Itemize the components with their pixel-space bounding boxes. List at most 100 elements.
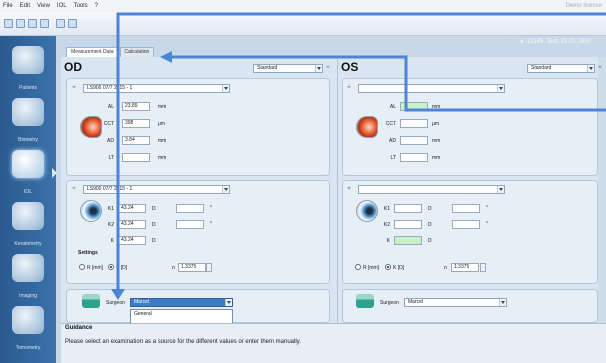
od-pin-icon[interactable]: ⌖ xyxy=(326,64,332,71)
od-source-pin-icon[interactable]: ⌖ xyxy=(72,84,78,91)
patient-icon xyxy=(12,46,44,74)
os-k-source-select[interactable] xyxy=(358,185,505,194)
od-radio-r[interactable] xyxy=(79,264,85,270)
patient-icon-small: ● xyxy=(520,39,524,45)
os-pin-icon[interactable]: ⌖ xyxy=(598,64,604,71)
od-k2-field[interactable]: 43.24 xyxy=(118,220,146,229)
users-icon[interactable] xyxy=(68,19,77,28)
cct-unit: µm xyxy=(432,121,440,127)
od-cct-field[interactable]: 398 xyxy=(122,119,150,128)
chevron-down-icon xyxy=(499,299,506,306)
surgeon-option-general[interactable]: General xyxy=(131,310,232,319)
save-icon[interactable] xyxy=(16,19,25,28)
sidebar-item-imaging[interactable]: Imaging xyxy=(0,248,56,308)
os-k1-field[interactable] xyxy=(394,204,422,213)
side-eye-icon xyxy=(80,116,102,138)
od-n-spinner[interactable] xyxy=(206,263,212,272)
os-radio-k[interactable] xyxy=(385,264,391,270)
lt-label: LT xyxy=(108,155,114,161)
chevron-down-icon xyxy=(497,186,504,193)
tab-calculation[interactable]: Calculation xyxy=(119,47,155,57)
patient-info: ● 12345, Test, 01.01.1950 xyxy=(520,36,606,48)
os-k2-axis-field[interactable] xyxy=(452,220,480,229)
os-n-field[interactable]: 1.3375 xyxy=(451,263,479,272)
menu-iol[interactable]: IOL xyxy=(57,3,67,9)
sidebar-item-tomometry[interactable]: Tomometry xyxy=(0,300,56,360)
od-k1-axis-field[interactable] xyxy=(176,204,204,213)
k2-unit: D xyxy=(428,222,432,228)
surgeon-label: Surgeon xyxy=(380,300,399,306)
cct-label: CCT xyxy=(385,121,396,127)
chevron-down-icon xyxy=(222,186,229,193)
scrollbar[interactable] xyxy=(598,57,606,323)
os-k-pin-icon[interactable]: ⌖ xyxy=(347,185,353,192)
menu-edit[interactable]: Edit xyxy=(20,3,30,9)
od-mode-select[interactable]: Standard xyxy=(253,64,323,73)
menu-help[interactable]: ? xyxy=(95,3,98,9)
os-title: OS xyxy=(341,60,359,74)
cct-unit: µm xyxy=(158,121,166,127)
chevron-down-icon xyxy=(225,299,232,306)
os-surgeon-select[interactable]: Marcel xyxy=(404,298,507,307)
os-source-pin-icon[interactable]: ⌖ xyxy=(347,84,353,91)
menu-file[interactable]: File xyxy=(3,3,13,9)
sidebar: Patients Biometry IOL Keratometry Imagin… xyxy=(0,36,56,363)
ad-unit: mm xyxy=(158,138,167,144)
od-k2-axis-field[interactable] xyxy=(176,220,204,229)
list-icon[interactable] xyxy=(28,19,37,28)
od-surgeon-select[interactable]: Marcel xyxy=(130,298,233,307)
patient-label: 12345, Test, 01.01.1950 xyxy=(526,39,591,45)
od-radio-k[interactable] xyxy=(108,264,114,270)
od-k-source-select[interactable]: LS900 07/7 2015 - 1 xyxy=(83,185,230,194)
sidebar-expand-icon[interactable] xyxy=(52,168,57,178)
k-unit: D xyxy=(428,238,432,244)
menu-tools[interactable]: Tools xyxy=(74,3,88,9)
od-k1-field[interactable]: 43.24 xyxy=(118,204,146,213)
new-icon[interactable] xyxy=(4,19,13,28)
k2-label: K2 xyxy=(383,222,390,228)
lt-unit: mm xyxy=(158,155,167,161)
os-ad-field[interactable] xyxy=(400,136,428,145)
al-unit: mm xyxy=(432,104,441,110)
os-k-field[interactable] xyxy=(394,236,422,245)
od-k-pin-icon[interactable]: ⌖ xyxy=(72,185,78,192)
toolbar xyxy=(0,12,606,36)
os-k2-field[interactable] xyxy=(394,220,422,229)
k2-unit: D xyxy=(152,222,156,228)
od-ad-field[interactable]: 3.84 xyxy=(122,136,150,145)
k-label: K xyxy=(386,238,390,244)
os-cct-field[interactable] xyxy=(400,119,428,128)
guidance-panel: Guidance Please select an examination as… xyxy=(61,323,606,363)
k1-unit: D xyxy=(152,206,156,212)
od-k-field[interactable]: 43.24 xyxy=(118,236,146,245)
sidebar-item-iol[interactable]: IOL xyxy=(0,144,56,204)
os-radio-r[interactable] xyxy=(355,264,361,270)
guidance-text: Please select an examination as a source… xyxy=(65,339,301,345)
tab-measurement-data[interactable]: Measurement Data xyxy=(66,47,119,57)
k-radio-label: K [D] xyxy=(393,265,405,271)
sidebar-item-biometry[interactable]: Biometry xyxy=(0,92,56,152)
n-label: n xyxy=(444,265,447,271)
sidebar-item-patients[interactable]: Patients xyxy=(0,40,56,100)
od-source-select[interactable]: LS900 07/7 2015 - 1 xyxy=(83,84,230,93)
os-lt-field[interactable] xyxy=(400,153,428,162)
os-k1-axis-field[interactable] xyxy=(452,204,480,213)
chevron-down-icon xyxy=(497,85,504,92)
od-n-field[interactable]: 1.3375 xyxy=(178,263,206,272)
keratometry-icon xyxy=(12,202,44,230)
os-n-spinner[interactable] xyxy=(480,263,486,272)
license-watermark: Demo license xyxy=(565,3,602,9)
os-al-field[interactable] xyxy=(400,102,428,111)
menu-view[interactable]: View xyxy=(37,3,50,9)
chevron-down-icon xyxy=(222,85,229,92)
n-label: n xyxy=(172,265,175,271)
os-source-select[interactable] xyxy=(358,84,505,93)
os-mode-select[interactable]: Standard xyxy=(527,64,595,73)
k1-label: K1 xyxy=(383,206,390,212)
od-lt-field[interactable] xyxy=(122,153,150,162)
od-al-field[interactable]: 23.89 xyxy=(122,102,150,111)
al-unit: mm xyxy=(158,104,167,110)
print-icon[interactable] xyxy=(40,19,49,28)
refresh-icon[interactable] xyxy=(56,19,65,28)
sidebar-item-keratometry[interactable]: Keratometry xyxy=(0,196,56,256)
